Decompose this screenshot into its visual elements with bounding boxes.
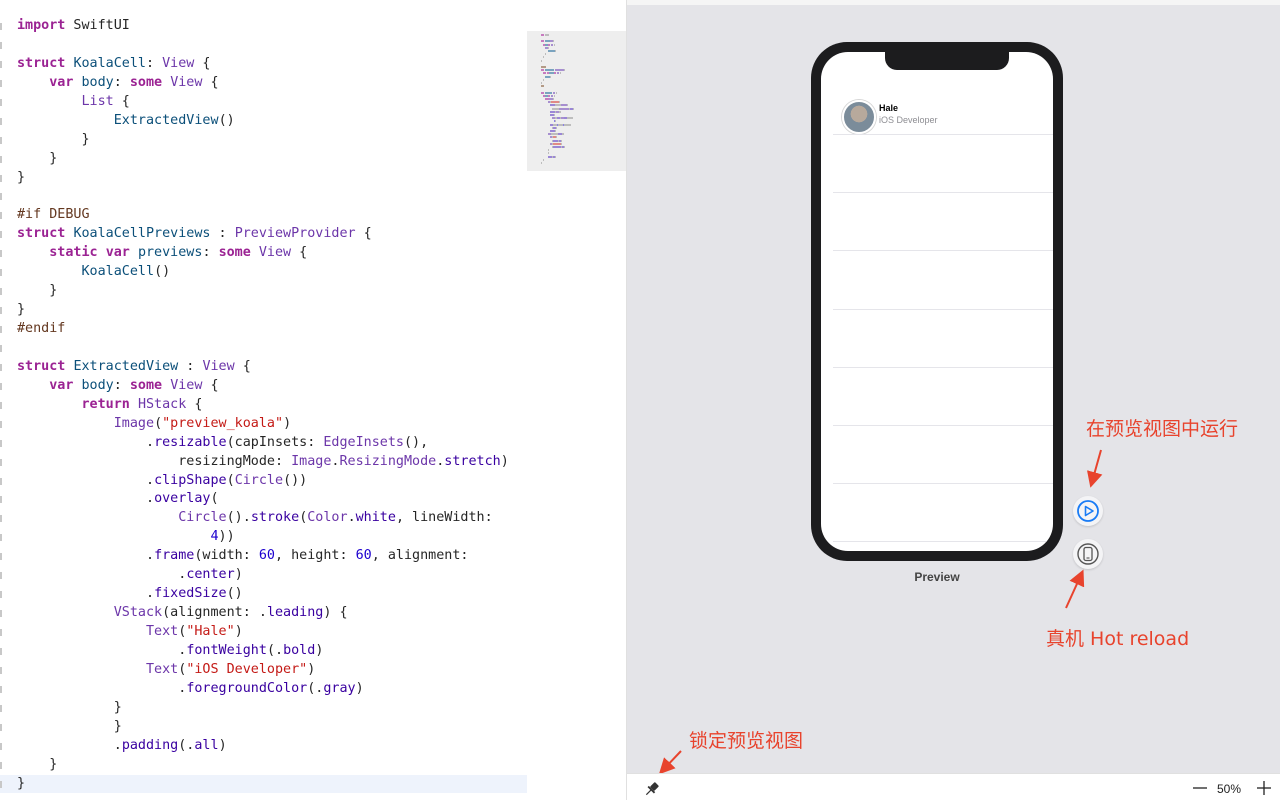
annotation-arrows: [658, 449, 1103, 775]
annotation-arrow-live: [1087, 449, 1103, 488]
plus-icon[interactable]: [1255, 779, 1273, 797]
minus-icon[interactable]: [1191, 779, 1209, 797]
pin-icon[interactable]: [643, 780, 661, 798]
annotation-arrow-device: [1065, 569, 1085, 609]
zoom-level-text[interactable]: 50%: [1217, 782, 1241, 796]
annotation-pin-preview: 锁定预览视图: [689, 730, 804, 752]
annotation-arrow-pin: [658, 750, 682, 775]
annotation-device-hot-reload: 真机 Hot reload: [1046, 628, 1190, 650]
canvas-bottom-bar: 50%: [627, 773, 1280, 801]
annotation-live-preview: 在预览视图中运行: [1086, 418, 1239, 440]
